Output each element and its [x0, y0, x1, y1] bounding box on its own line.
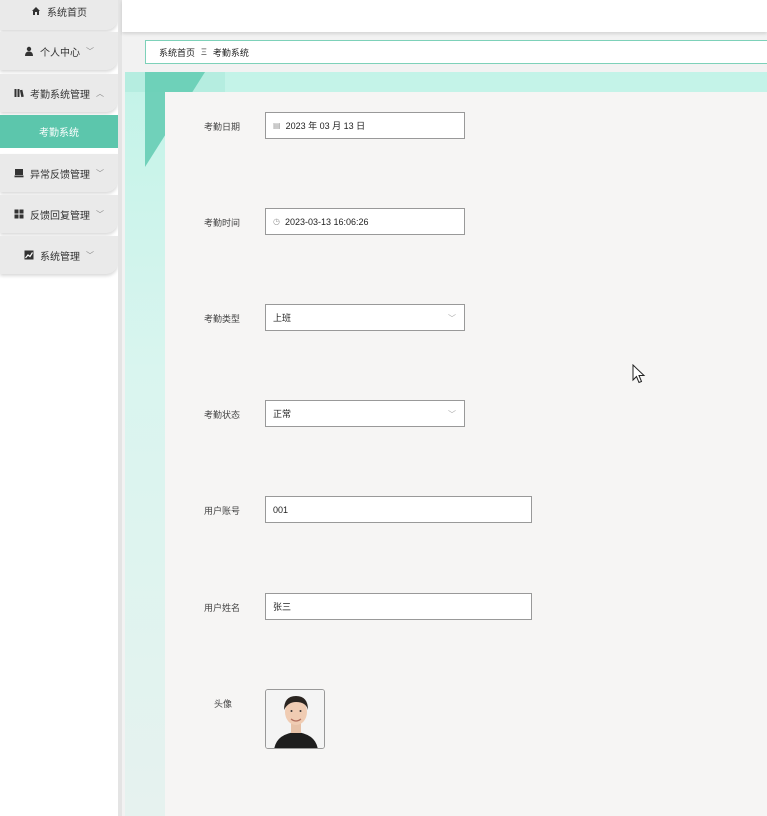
sidebar-item-label: 异常反馈管理 — [30, 169, 90, 181]
sidebar-item-exception-feedback[interactable]: 异常反馈管理 ﹀ — [0, 154, 118, 192]
sidebar-subitem-attendance[interactable]: 考勤系统 — [0, 115, 118, 148]
sidebar-item-attendance-management[interactable]: 考勤系统管理 ︿ — [0, 74, 118, 112]
time-value: 2023-03-13 16:06:26 — [284, 216, 369, 227]
name-input[interactable]: 张三 — [265, 593, 532, 620]
sidebar-item-label: 反馈回复管理 — [30, 210, 90, 222]
chevron-down-icon: ﹀ — [448, 314, 456, 323]
sidebar-item-system-management[interactable]: 系统管理 ﹀ — [0, 236, 118, 274]
sidebar-item-feedback-reply[interactable]: 反馈回复管理 ﹀ — [0, 195, 118, 233]
inbox-icon — [14, 168, 24, 178]
chevron-down-icon: ﹀ — [96, 168, 104, 178]
avatar-label: 头像 — [213, 699, 232, 709]
type-label: 考勤类型 — [203, 314, 240, 324]
sidebar-item-label: 考勤系统管理 — [30, 89, 90, 101]
grid-icon — [14, 209, 24, 219]
type-value: 上班 — [273, 313, 292, 323]
chart-icon — [24, 250, 34, 260]
account-label: 用户账号 — [203, 506, 240, 516]
chevron-down-icon: ﹀ — [96, 209, 104, 219]
breadcrumb-home[interactable]: 系统首页 — [159, 46, 195, 59]
chevron-down-icon: ﹀ — [448, 410, 456, 419]
time-field[interactable]: ◷ 2023-03-13 16:06:26 — [265, 208, 465, 235]
time-label: 考勤时间 — [203, 218, 240, 228]
sidebar: 系统首页 个人中心 ﹀ 考勤系统管理 ︿ 考勤系统 异常反馈管理 ﹀ 反馈回复管… — [0, 0, 118, 816]
type-select[interactable]: 上班 ﹀ — [265, 304, 465, 331]
mouse-cursor-icon — [632, 363, 646, 387]
book-icon — [14, 88, 24, 98]
chevron-down-icon: ﹀ — [86, 250, 94, 260]
sidebar-item-label: 系统首页 — [47, 7, 87, 19]
sidebar-item-home[interactable]: 系统首页 — [0, 0, 118, 30]
avatar-photo — [266, 690, 324, 748]
sidebar-divider — [118, 0, 122, 816]
date-value: 2023 年 03 月 13 日 — [285, 121, 366, 131]
account-value: 001 — [273, 504, 289, 515]
status-value: 正常 — [273, 409, 292, 419]
clock-icon: ◷ — [273, 217, 280, 226]
sidebar-item-profile[interactable]: 个人中心 ﹀ — [0, 32, 118, 70]
breadcrumb-current: 考勤系统 — [212, 47, 249, 58]
chevron-down-icon: ﹀ — [86, 46, 94, 56]
calendar-icon: ▤ — [273, 121, 281, 130]
avatar-image[interactable] — [265, 689, 325, 749]
sidebar-item-label: 系统管理 — [40, 251, 80, 263]
status-select[interactable]: 正常 ﹀ — [265, 400, 465, 427]
form-card — [165, 92, 767, 816]
home-icon — [31, 6, 41, 16]
breadcrumb: 系统首页 Ξ 考勤系统 — [145, 40, 767, 64]
chevron-up-icon: ︿ — [96, 88, 104, 98]
top-header — [122, 0, 767, 32]
date-label: 考勤日期 — [203, 122, 240, 132]
breadcrumb-separator: Ξ — [201, 47, 207, 57]
user-icon — [24, 46, 34, 56]
name-label: 用户姓名 — [203, 603, 240, 613]
name-value: 张三 — [273, 602, 292, 612]
date-field[interactable]: ▤ 2023 年 03 月 13 日 — [265, 112, 465, 139]
sidebar-item-label: 考勤系统 — [39, 128, 79, 139]
status-label: 考勤状态 — [203, 410, 240, 420]
sidebar-item-label: 个人中心 — [40, 47, 80, 59]
account-input[interactable]: 001 — [265, 496, 532, 523]
